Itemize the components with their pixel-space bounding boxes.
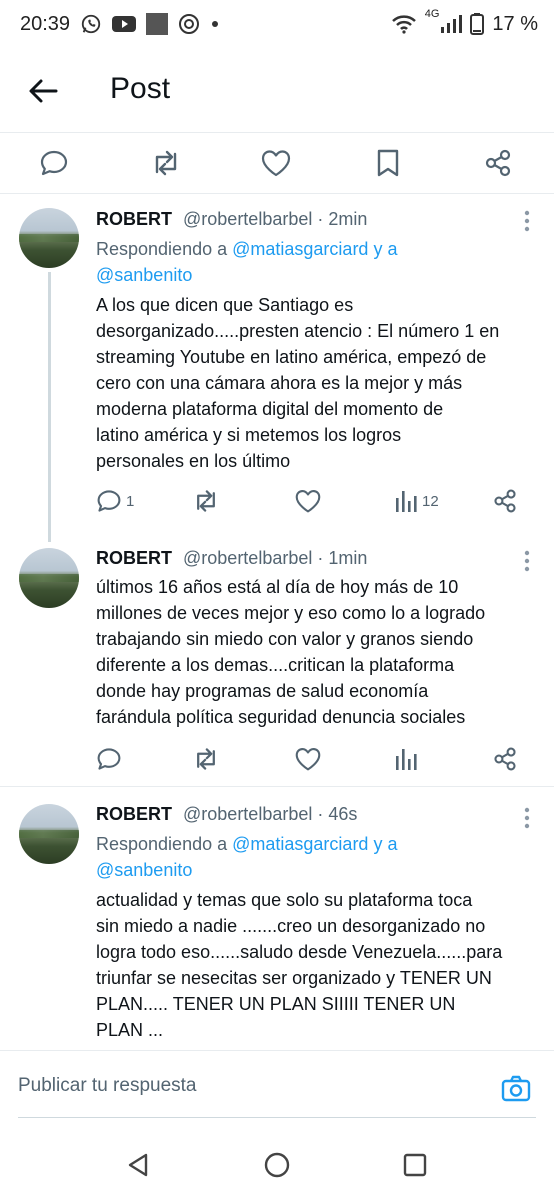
network-type: 4G — [424, 8, 440, 20]
tweet[interactable]: ROBERT @robertelbarbel · 2min Respondien… — [0, 192, 554, 532]
share-icon[interactable] — [482, 147, 514, 179]
tweet-header: ROBERT @robertelbarbel · 2min — [96, 209, 367, 230]
author-name[interactable]: ROBERT — [96, 548, 172, 568]
avatar[interactable] — [19, 804, 79, 864]
youtube-icon — [112, 15, 137, 33]
replying-to: Respondiendo a @matiasgarciard y a @sanb… — [96, 236, 526, 288]
share-button[interactable] — [492, 744, 518, 774]
dot-icon — [210, 19, 220, 29]
mention-link[interactable]: @sanbenito — [96, 860, 192, 880]
author-handle[interactable]: @robertelbarbel — [183, 548, 312, 568]
tweet-time: · 46s — [317, 804, 358, 824]
replying-to-label: Respondiendo a — [96, 239, 228, 259]
mention-link[interactable]: @matiasgarciard — [232, 239, 368, 259]
tweet-text: actualidad y temas que solo su plataform… — [96, 890, 503, 1040]
views-button[interactable]: 12 — [394, 486, 439, 516]
input-underline — [18, 1117, 536, 1118]
page-title: Post — [110, 72, 171, 105]
views-icon — [396, 749, 417, 770]
whatsapp-icon — [80, 13, 102, 35]
tweet-time: · 2min — [317, 209, 368, 229]
more-options-icon[interactable] — [524, 550, 530, 572]
wifi-icon — [391, 13, 417, 35]
status-time: 20:39 — [20, 12, 71, 35]
author-name[interactable]: ROBERT — [96, 804, 172, 824]
tweet-header: ROBERT @robertelbarbel · 1min — [96, 548, 367, 569]
views-button[interactable] — [394, 744, 418, 774]
like-icon — [295, 489, 321, 513]
tweet-text: A los que dicen que Santiago es desorgan… — [96, 295, 500, 471]
post-action-bar — [0, 132, 554, 194]
status-bar: 20:39 4G 17 % — [0, 0, 554, 48]
share-icon — [494, 747, 516, 771]
share-icon — [494, 489, 516, 513]
reply-icon — [97, 490, 121, 512]
replying-to-label: Respondiendo a — [96, 834, 228, 854]
avatar[interactable] — [19, 208, 79, 268]
like-icon[interactable] — [260, 147, 292, 179]
tweet-header: ROBERT @robertelbarbel · 46s — [96, 804, 357, 825]
repost-icon — [197, 490, 215, 512]
more-options-icon[interactable] — [524, 807, 530, 829]
repost-button[interactable] — [192, 486, 220, 516]
mention-link[interactable]: @sanbenito — [96, 265, 192, 285]
author-handle[interactable]: @robertelbarbel — [183, 804, 312, 824]
nav-back-icon[interactable] — [124, 1150, 154, 1180]
repost-button[interactable] — [192, 744, 220, 774]
nav-home-icon[interactable] — [262, 1150, 292, 1180]
reply-button[interactable] — [96, 744, 122, 774]
reply-count: 1 — [126, 492, 135, 510]
mention-and[interactable]: y a — [373, 834, 397, 854]
reply-icon — [97, 748, 121, 770]
signal-icon — [440, 14, 463, 34]
like-button[interactable] — [294, 486, 322, 516]
tweet[interactable]: ROBERT @robertelbarbel · 46s Respondiend… — [0, 787, 554, 1049]
system-navigation-bar — [0, 1130, 554, 1200]
tweet-actions: 1 12 — [96, 486, 526, 516]
replying-to: Respondiendo a @matiasgarciard y a @sanb… — [96, 831, 526, 883]
bookmark-icon[interactable] — [372, 147, 404, 179]
tweet-actions — [96, 744, 526, 774]
views-icon — [396, 491, 417, 512]
like-button[interactable] — [294, 744, 322, 774]
mention-link[interactable]: @matiasgarciard — [232, 834, 368, 854]
repost-icon — [197, 748, 215, 770]
avatar[interactable] — [19, 548, 79, 608]
author-handle[interactable]: @robertelbarbel — [183, 209, 312, 229]
battery-icon — [470, 13, 485, 35]
repost-icon[interactable] — [150, 147, 182, 179]
tweet-text: últimos 16 años está al día de hoy más d… — [96, 577, 486, 727]
tweet-time: · 1min — [317, 548, 368, 568]
camera-icon[interactable] — [500, 1073, 532, 1105]
mention-and[interactable]: y a — [373, 239, 397, 259]
like-icon — [295, 747, 321, 771]
tweet[interactable]: ROBERT @robertelbarbel · 1min últimos 16… — [0, 530, 554, 786]
reply-composer: Publicar tu respuesta — [0, 1050, 554, 1125]
coin-icon — [178, 13, 200, 35]
back-arrow-icon[interactable] — [26, 74, 60, 108]
reply-icon[interactable] — [38, 147, 70, 179]
view-count: 12 — [422, 492, 439, 510]
image-thumbnail-icon — [146, 13, 169, 35]
reply-button[interactable]: 1 — [96, 486, 134, 516]
reply-input[interactable]: Publicar tu respuesta — [18, 1075, 488, 1097]
page-header: Post — [0, 48, 554, 132]
more-options-icon[interactable] — [524, 210, 530, 232]
battery-level: 17 % — [492, 12, 538, 35]
author-name[interactable]: ROBERT — [96, 209, 172, 229]
nav-recents-icon[interactable] — [400, 1150, 430, 1180]
share-button[interactable] — [492, 486, 518, 516]
